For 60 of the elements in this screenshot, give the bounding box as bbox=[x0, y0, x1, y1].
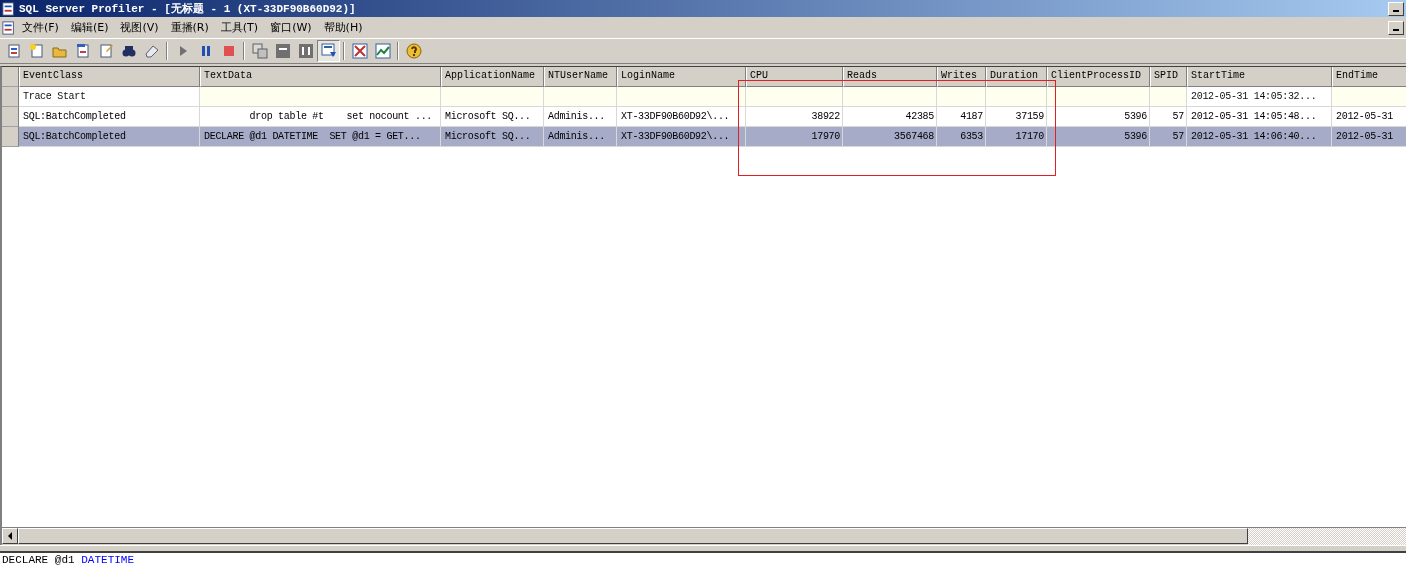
menu-item[interactable]: 帮助(H) bbox=[317, 18, 369, 37]
document-icon bbox=[74, 43, 91, 59]
document-icon bbox=[97, 43, 114, 59]
document-icon[interactable] bbox=[2, 20, 16, 35]
column-header[interactable]: TextData bbox=[200, 67, 441, 87]
row-header[interactable] bbox=[2, 87, 19, 107]
table-cell: Adminis... bbox=[544, 127, 617, 147]
column-header[interactable]: NTUserName bbox=[544, 67, 617, 87]
window-icon bbox=[297, 43, 314, 59]
column-header[interactable]: ClientProcessID bbox=[1047, 67, 1150, 87]
table-cell: 5396 bbox=[1047, 127, 1150, 147]
column-header[interactable]: EndTime bbox=[1332, 67, 1406, 87]
column-header[interactable]: ApplicationName bbox=[441, 67, 544, 87]
document-icon bbox=[5, 43, 22, 59]
menu-item[interactable]: 编辑(E) bbox=[64, 18, 115, 37]
table-cell: 17170 bbox=[986, 127, 1047, 147]
column-header[interactable]: CPU bbox=[746, 67, 843, 87]
app-icon bbox=[2, 1, 16, 16]
toolbar-button[interactable] bbox=[317, 40, 340, 62]
column-header[interactable]: LoginName bbox=[617, 67, 746, 87]
table-cell: DECLARE @d1 DATETIME SET @d1 = GET... bbox=[200, 127, 441, 147]
column-header[interactable]: Duration bbox=[986, 67, 1047, 87]
help-icon bbox=[405, 43, 422, 59]
column-header[interactable]: Writes bbox=[937, 67, 986, 87]
binoculars-icon bbox=[120, 43, 137, 59]
query-text: DECLARE @d1 DATETIME bbox=[0, 553, 1406, 578]
windows-icon bbox=[251, 43, 268, 59]
table-cell: Microsoft SQ... bbox=[441, 127, 544, 147]
minimize-button[interactable] bbox=[1388, 1, 1404, 16]
menu-item[interactable]: 工具(T) bbox=[214, 18, 265, 37]
table-cell: Trace Start bbox=[19, 87, 200, 107]
table-cell: XT-33DF90B60D92\... bbox=[617, 127, 746, 147]
table-cell: 2012-05-31 14:06:40... bbox=[1187, 127, 1332, 147]
menu-item[interactable]: 视图(V) bbox=[114, 18, 165, 37]
window-title: SQL Server Profiler - [无标题 - 1 (XT-33DF90B60D92)] bbox=[19, 2, 356, 16]
table-cell: SQL:BatchCompleted bbox=[19, 127, 200, 147]
column-header[interactable]: Reads bbox=[843, 67, 937, 87]
table-row[interactable]: Trace Start 2012-05-31 14:05:32... bbox=[2, 87, 1406, 107]
column-header[interactable]: EventClass bbox=[19, 67, 200, 87]
scroll-left-button[interactable] bbox=[2, 528, 18, 544]
corner-header[interactable] bbox=[2, 67, 19, 87]
minimize-button[interactable] bbox=[1388, 20, 1404, 35]
table-cell: 6353 bbox=[937, 127, 986, 147]
eraser-icon bbox=[143, 43, 160, 59]
table-cell: 2012-05-31 bbox=[1332, 127, 1406, 147]
menu-item[interactable]: 重播(R) bbox=[164, 18, 215, 37]
row-header[interactable] bbox=[2, 127, 19, 147]
left-arrow-icon bbox=[7, 532, 13, 540]
table-row[interactable]: SQL:BatchCompleted DECLARE @d1 DATETIME SET @d1 = GET... Microsoft SQ... Adminis... XT-33DF90B60D92\... 17970 3567468 6353 17170 5396 57 2012-05-31 14:06:40... 2012-05-31 bbox=[2, 127, 1406, 147]
menu-item[interactable]: 窗口(W) bbox=[264, 18, 318, 37]
row-header[interactable] bbox=[2, 107, 19, 127]
table-cell: 3567468 bbox=[843, 127, 937, 147]
new-document-icon bbox=[28, 43, 45, 59]
menu-item[interactable]: 文件(F) bbox=[16, 18, 65, 37]
window-icon bbox=[274, 43, 291, 59]
column-header[interactable]: StartTime bbox=[1187, 67, 1332, 87]
scrollbar-thumb[interactable] bbox=[18, 528, 1248, 544]
table-cell: 57 bbox=[1150, 127, 1187, 147]
column-header[interactable]: SPID bbox=[1150, 67, 1187, 87]
table-cell: 17970 bbox=[746, 127, 843, 147]
